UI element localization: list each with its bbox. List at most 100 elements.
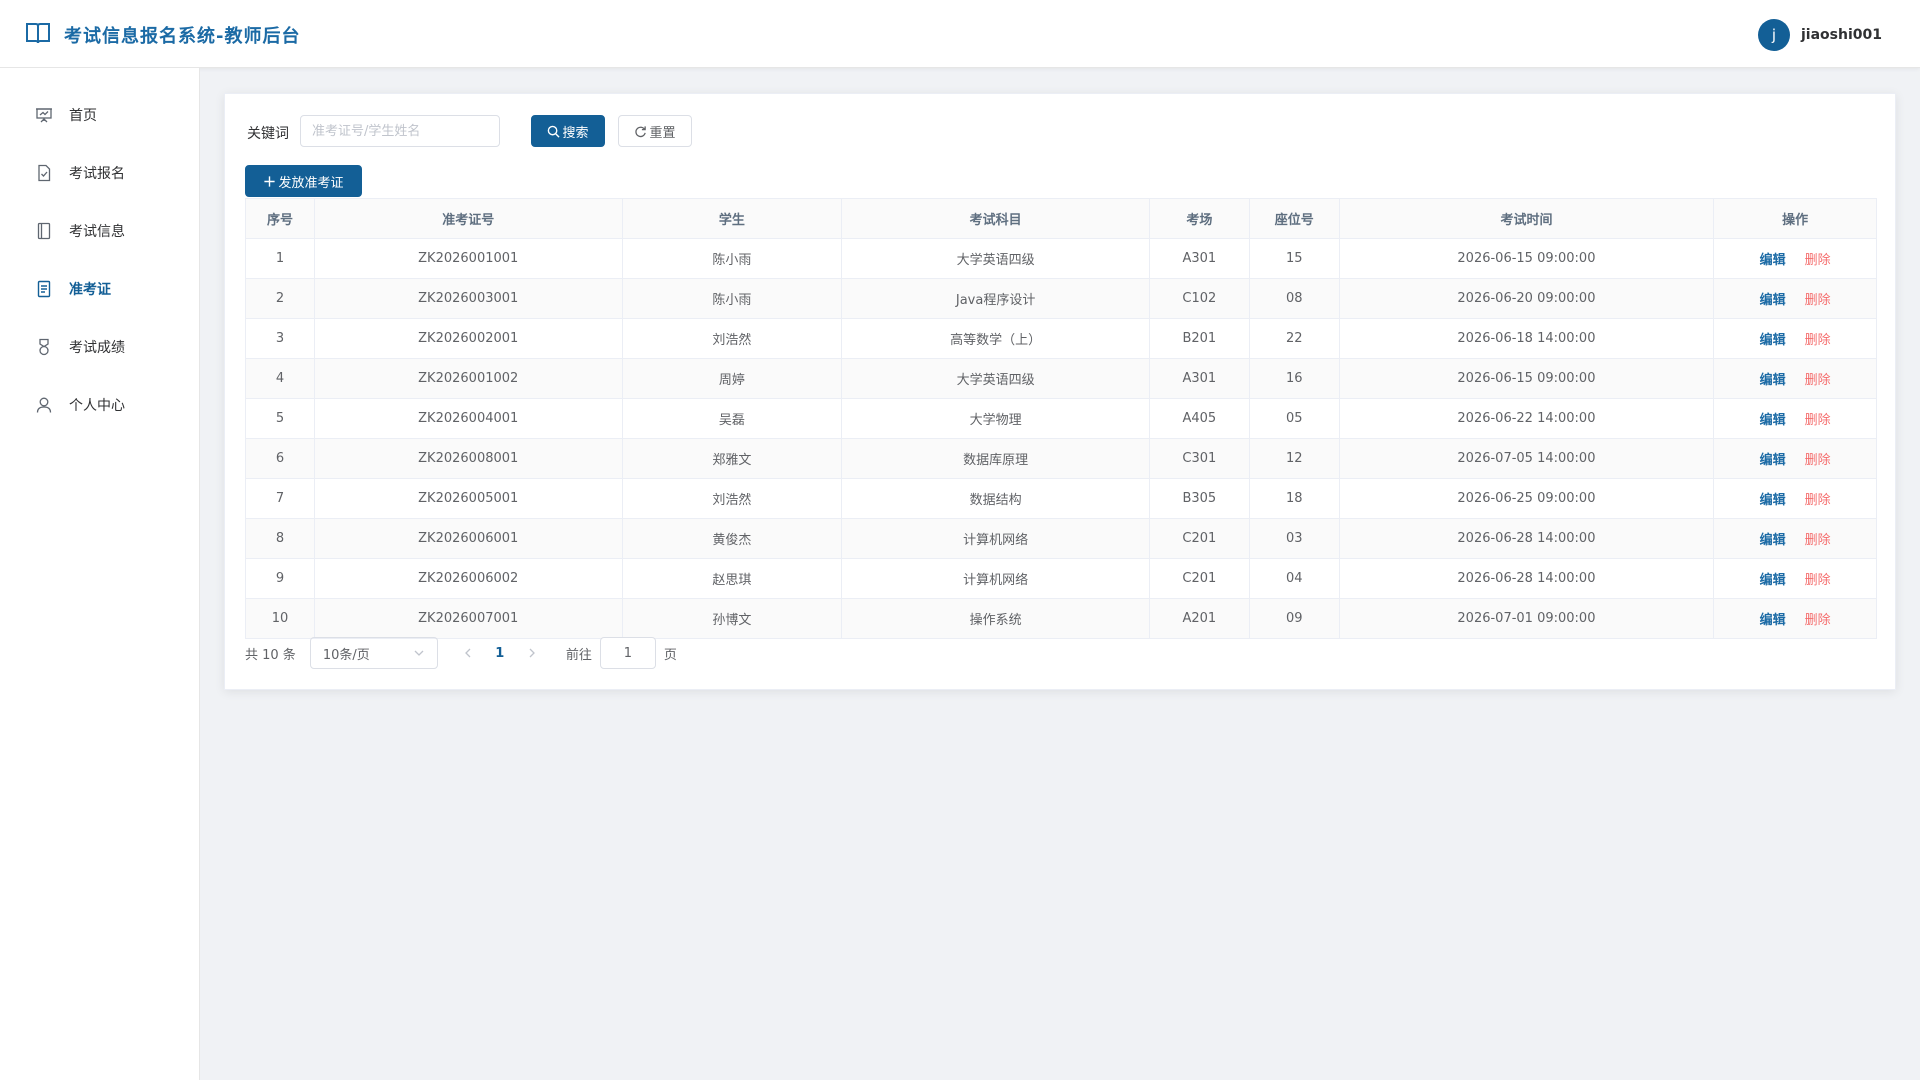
page-number-current[interactable]: 1 bbox=[484, 637, 516, 669]
cell-exam-time: 2026-06-28 14:00:00 bbox=[1340, 519, 1715, 558]
delete-button[interactable]: 删除 bbox=[1805, 449, 1831, 468]
delete-button[interactable]: 删除 bbox=[1805, 329, 1831, 348]
sidebar-item-exam-info[interactable]: 考试信息 bbox=[0, 202, 199, 260]
cell-exam-time: 2026-06-15 09:00:00 bbox=[1340, 359, 1715, 398]
cell-actions: 编辑 删除 bbox=[1714, 599, 1876, 638]
table-row: 10 ZK2026007001 孙博文 操作系统 A201 09 2026-07-01 09… bbox=[246, 599, 1876, 639]
sidebar-item-profile[interactable]: 个人中心 bbox=[0, 376, 199, 434]
table-row: 1 ZK2026001001 陈小雨 大学英语四级 A301 15 2026-06-15 0… bbox=[246, 239, 1876, 279]
cell-subject: 计算机网络 bbox=[842, 519, 1150, 558]
cell-room: A405 bbox=[1150, 399, 1250, 438]
cell-exam-time: 2026-06-22 14:00:00 bbox=[1340, 399, 1715, 438]
search-icon bbox=[548, 125, 561, 138]
medal-icon bbox=[39, 338, 49, 356]
sidebar-item-admission-ticket[interactable]: 准考证 bbox=[0, 260, 199, 318]
delete-button[interactable]: 删除 bbox=[1805, 529, 1831, 548]
plus-icon bbox=[264, 175, 276, 187]
delete-button[interactable]: 删除 bbox=[1805, 569, 1831, 588]
edit-button[interactable]: 编辑 bbox=[1760, 289, 1786, 308]
table-body: 1 ZK2026001001 陈小雨 大学英语四级 A301 15 2026-06-15 0… bbox=[246, 239, 1876, 639]
cell-room: C102 bbox=[1150, 279, 1250, 318]
cell-student: 黄俊杰 bbox=[623, 519, 843, 558]
edit-button[interactable]: 编辑 bbox=[1760, 609, 1786, 628]
sidebar-item-exam-registration[interactable]: 考试报名 bbox=[0, 144, 199, 202]
cell-student: 刘浩然 bbox=[623, 319, 843, 358]
next-page-button[interactable] bbox=[516, 637, 548, 669]
search-button[interactable]: 搜索 bbox=[531, 115, 605, 147]
keyword-search-input[interactable] bbox=[300, 115, 500, 147]
cell-index: 1 bbox=[246, 239, 315, 278]
table-row: 6 ZK2026008001 郑雅文 数据库原理 C301 12 2026-07-05 14… bbox=[246, 439, 1876, 479]
cell-room: A301 bbox=[1150, 239, 1250, 278]
edit-button[interactable]: 编辑 bbox=[1760, 529, 1786, 548]
delete-button[interactable]: 删除 bbox=[1805, 409, 1831, 428]
page-size-select[interactable]: 10条/页 bbox=[309, 637, 438, 669]
delete-button[interactable]: 删除 bbox=[1805, 489, 1831, 508]
chevron-down-icon bbox=[414, 650, 424, 656]
column-header-seat: 座位号 bbox=[1250, 199, 1340, 238]
presentation-icon bbox=[36, 108, 52, 123]
cell-actions: 编辑 删除 bbox=[1714, 519, 1876, 558]
cell-actions: 编辑 删除 bbox=[1714, 559, 1876, 598]
cell-ticket-number: ZK2026008001 bbox=[315, 439, 623, 478]
cell-index: 4 bbox=[246, 359, 315, 398]
cell-room: B201 bbox=[1150, 319, 1250, 358]
cell-seat: 12 bbox=[1250, 439, 1340, 478]
edit-button[interactable]: 编辑 bbox=[1760, 489, 1786, 508]
pagination: 共 10 条 10条/页 1 前往 页 bbox=[245, 637, 677, 669]
cell-actions: 编辑 删除 bbox=[1714, 479, 1876, 518]
book-icon bbox=[25, 20, 51, 50]
issue-ticket-button[interactable]: 发放准考证 bbox=[245, 165, 362, 197]
sidebar-item-label: 考试信息 bbox=[69, 224, 125, 240]
cell-subject: 大学物理 bbox=[842, 399, 1150, 438]
edit-button[interactable]: 编辑 bbox=[1760, 569, 1786, 588]
cell-ticket-number: ZK2026007001 bbox=[315, 599, 623, 638]
goto-label: 前往 bbox=[565, 647, 592, 663]
cell-student: 周婷 bbox=[623, 359, 843, 398]
cell-exam-time: 2026-06-15 09:00:00 bbox=[1340, 239, 1715, 278]
issue-ticket-button-label: 发放准考证 bbox=[278, 175, 344, 191]
cell-seat: 05 bbox=[1250, 399, 1340, 438]
user-icon bbox=[36, 397, 52, 413]
search-button-label: 搜索 bbox=[562, 125, 589, 141]
edit-button[interactable]: 编辑 bbox=[1760, 409, 1786, 428]
cell-student: 赵思琪 bbox=[623, 559, 843, 598]
sidebar-item-label: 考试成绩 bbox=[69, 340, 125, 356]
edit-button[interactable]: 编辑 bbox=[1760, 369, 1786, 388]
page-size-value: 10条/页 bbox=[322, 647, 370, 663]
sidebar: 首页 考试报名 考试信息 准考证 考试成绩 个人中心 bbox=[0, 68, 200, 1080]
delete-button[interactable]: 删除 bbox=[1805, 249, 1831, 268]
sidebar-item-label: 准考证 bbox=[69, 282, 111, 298]
cell-ticket-number: ZK2026004001 bbox=[315, 399, 623, 438]
cell-seat: 16 bbox=[1250, 359, 1340, 398]
cell-exam-time: 2026-06-18 14:00:00 bbox=[1340, 319, 1715, 358]
delete-button[interactable]: 删除 bbox=[1805, 289, 1831, 308]
cell-room: A201 bbox=[1150, 599, 1250, 638]
admission-ticket-panel: 关键词 搜索 重置 发放准考证 序号 准考证号 学生 考试科目 考场 座位号 考… bbox=[224, 93, 1896, 690]
sidebar-item-home[interactable]: 首页 bbox=[0, 86, 199, 144]
username[interactable]: jiaoshi001 bbox=[1801, 27, 1882, 43]
edit-button[interactable]: 编辑 bbox=[1760, 449, 1786, 468]
cell-index: 6 bbox=[246, 439, 315, 478]
edit-button[interactable]: 编辑 bbox=[1760, 329, 1786, 348]
cell-ticket-number: ZK2026001001 bbox=[315, 239, 623, 278]
prev-page-button[interactable] bbox=[452, 637, 484, 669]
cell-actions: 编辑 删除 bbox=[1714, 239, 1876, 278]
column-header-ticket-number: 准考证号 bbox=[315, 199, 623, 238]
delete-button[interactable]: 删除 bbox=[1805, 609, 1831, 628]
column-header-exam-time: 考试时间 bbox=[1340, 199, 1715, 238]
sidebar-item-exam-scores[interactable]: 考试成绩 bbox=[0, 318, 199, 376]
cell-index: 9 bbox=[246, 559, 315, 598]
reset-button[interactable]: 重置 bbox=[618, 115, 692, 147]
notebook-icon bbox=[37, 222, 51, 240]
user-menu[interactable]: j jiaoshi001 bbox=[1758, 19, 1882, 51]
sidebar-item-label: 首页 bbox=[69, 108, 97, 124]
goto-page-input[interactable] bbox=[599, 637, 656, 669]
column-header-subject: 考试科目 bbox=[842, 199, 1150, 238]
total-count: 共 10 条 bbox=[245, 647, 296, 663]
list-document-icon bbox=[37, 280, 51, 298]
edit-button[interactable]: 编辑 bbox=[1760, 249, 1786, 268]
cell-seat: 15 bbox=[1250, 239, 1340, 278]
delete-button[interactable]: 删除 bbox=[1805, 369, 1831, 388]
avatar[interactable]: j bbox=[1758, 19, 1790, 51]
